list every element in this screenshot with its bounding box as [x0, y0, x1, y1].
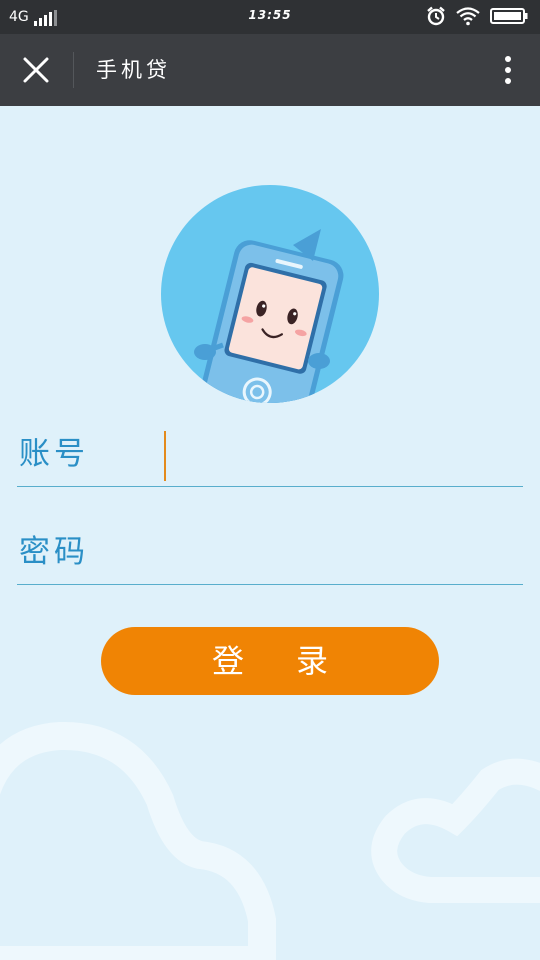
- page-title: 手机贷: [96, 58, 171, 82]
- close-button[interactable]: [20, 54, 52, 86]
- login-button[interactable]: 登录: [101, 627, 439, 695]
- close-icon: [23, 57, 49, 83]
- password-field: 密码: [17, 520, 523, 585]
- wifi-icon: [456, 6, 480, 26]
- phone-mascot-icon: [194, 229, 344, 403]
- more-vertical-icon: [505, 56, 511, 84]
- status-bar: 4G 13:55: [0, 0, 540, 34]
- top-toolbar: 手机贷: [0, 34, 540, 106]
- toolbar-divider: [73, 52, 74, 88]
- status-icons: [426, 6, 528, 26]
- password-label: 密码: [19, 534, 89, 570]
- account-input[interactable]: [165, 430, 515, 480]
- password-input[interactable]: [165, 528, 515, 578]
- account-label: 账号: [19, 436, 89, 472]
- account-field: 账号: [17, 422, 523, 487]
- mascot-avatar: [161, 185, 379, 403]
- more-options-button[interactable]: [498, 54, 518, 86]
- alarm-icon: [426, 6, 446, 26]
- battery-icon: [490, 7, 528, 25]
- cloud-decoration: [0, 721, 540, 960]
